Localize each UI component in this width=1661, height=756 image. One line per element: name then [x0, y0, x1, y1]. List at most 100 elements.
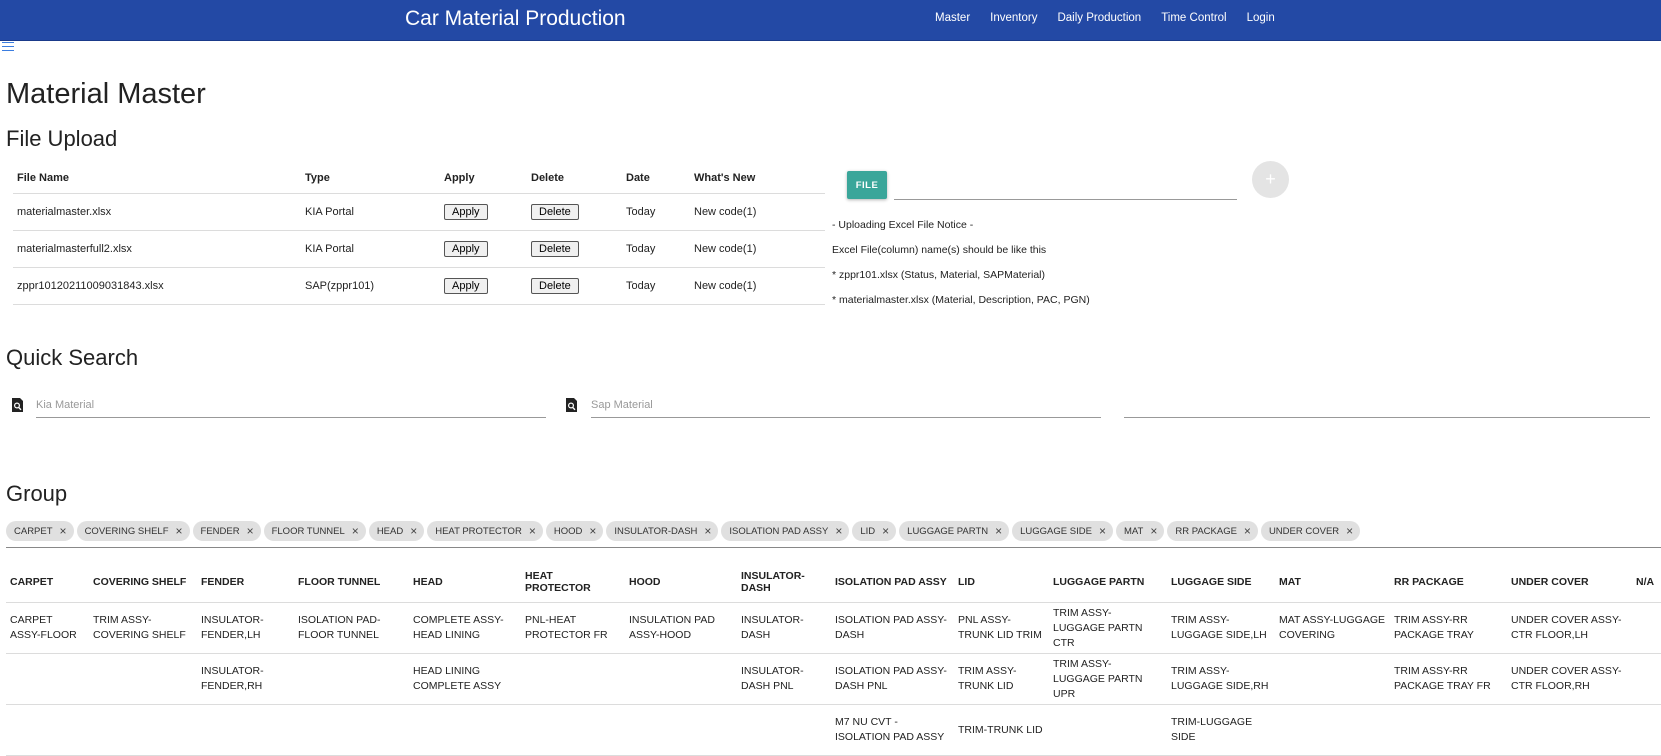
- close-icon[interactable]: ×: [882, 524, 889, 538]
- group-table: CARPET COVERING SHELF FENDER FLOOR TUNNE…: [6, 562, 1661, 756]
- table-cell: [6, 653, 89, 705]
- file-upload-title: File Upload: [6, 126, 118, 151]
- nav-inventory[interactable]: Inventory: [990, 12, 1037, 24]
- close-icon[interactable]: ×: [352, 524, 359, 538]
- chip-label: FENDER: [200, 525, 240, 537]
- col-head: HEAD: [409, 562, 521, 603]
- col-under-cover: UNDER COVER: [1507, 562, 1632, 603]
- close-icon[interactable]: ×: [410, 524, 417, 538]
- table-cell: [294, 653, 409, 705]
- col-fender: FENDER: [197, 562, 294, 603]
- close-icon[interactable]: ×: [995, 524, 1002, 538]
- table-cell: [625, 704, 737, 756]
- chip-rr-package[interactable]: RR PACKAGE ×: [1167, 521, 1258, 541]
- nav-master[interactable]: Master: [935, 12, 970, 24]
- chip-label: LUGGAGE PARTN: [907, 525, 989, 537]
- chip-label: MAT: [1123, 525, 1144, 537]
- chip-head[interactable]: HEAD ×: [368, 521, 425, 541]
- col-luggage-partn: LUGGAGE PARTN: [1049, 562, 1167, 603]
- close-icon[interactable]: ×: [835, 524, 842, 538]
- nav-daily-production[interactable]: Daily Production: [1057, 12, 1141, 24]
- chip-label: LUGGAGE SIDE: [1020, 525, 1092, 537]
- add-file-button[interactable]: +: [1252, 161, 1289, 198]
- table-cell: TRIM ASSY-LUGGAGE PARTN CTR: [1049, 602, 1167, 654]
- chip-heat-protector[interactable]: HEAT PROTECTOR ×: [427, 521, 543, 541]
- chip-luggage-partn[interactable]: LUGGAGE PARTN ×: [899, 521, 1010, 541]
- table-cell: INSULATION PAD ASSY-HOOD: [625, 602, 737, 654]
- col-heat-protector: HEAT PROTECTOR: [521, 562, 625, 603]
- chip-under-cover[interactable]: UNDER COVER ×: [1260, 521, 1361, 541]
- apply-button[interactable]: Apply: [444, 241, 488, 257]
- table-cell: ISOLATION PAD ASSY-DASH: [831, 602, 954, 654]
- file-date: Today: [622, 193, 690, 231]
- nav-login[interactable]: Login: [1247, 12, 1275, 24]
- search-field[interactable]: [1124, 393, 1650, 418]
- chip-floor-tunnel[interactable]: FLOOR TUNNEL ×: [263, 521, 366, 541]
- table-row: CARPET ASSY-FLOOR TRIM ASSY-COVERING SHEL…: [6, 602, 1661, 654]
- file-type: SAP(zppr101): [301, 267, 440, 305]
- table-row: materialmaster.xlsx KIA Portal Apply Del…: [13, 193, 825, 231]
- table-cell: [521, 653, 625, 705]
- chip-hood[interactable]: HOOD ×: [545, 521, 604, 541]
- delete-button[interactable]: Delete: [531, 204, 579, 220]
- apply-button[interactable]: Apply: [444, 278, 488, 294]
- close-icon[interactable]: ×: [529, 524, 536, 538]
- delete-button[interactable]: Delete: [531, 278, 579, 294]
- group-table-body: CARPET ASSY-FLOOR TRIM ASSY-COVERING SHEL…: [6, 602, 1661, 756]
- search-icon[interactable]: [9, 397, 25, 413]
- table-cell: [1632, 653, 1661, 705]
- chip-isolation-pad-assy[interactable]: ISOLATION PAD ASSY ×: [721, 521, 850, 541]
- chip-mat[interactable]: MAT ×: [1115, 521, 1165, 541]
- col-carpet: CARPET: [6, 562, 89, 603]
- search-icon[interactable]: [563, 397, 579, 413]
- apply-button[interactable]: Apply: [444, 204, 488, 220]
- file-path-field[interactable]: [894, 199, 1237, 200]
- close-icon[interactable]: ×: [1346, 524, 1353, 538]
- close-icon[interactable]: ×: [1099, 524, 1106, 538]
- group-chip-list: CARPET × COVERING SHELF × FENDER × FLOOR TU…: [6, 521, 1361, 541]
- col-date: Date: [622, 163, 690, 194]
- table-cell: [1632, 602, 1661, 654]
- file-button[interactable]: FILE: [847, 171, 887, 199]
- table-row: INSULATOR-FENDER,RH HEAD LINING COMPLETE …: [6, 653, 1661, 705]
- chip-insulator-dash[interactable]: INSULATOR-DASH ×: [606, 521, 719, 541]
- table-cell: TRIM ASSY-LUGGAGE PARTN UPR: [1049, 653, 1167, 705]
- chip-label: UNDER COVER: [1268, 525, 1340, 537]
- nav-time-control[interactable]: Time Control: [1161, 12, 1226, 24]
- delete-button[interactable]: Delete: [531, 241, 579, 257]
- table-cell: TRIM-LUGGAGE SIDE: [1167, 704, 1275, 756]
- table-cell: TRIM ASSY-RR PACKAGE TRAY FR: [1390, 653, 1507, 705]
- file-type: KIA Portal: [301, 230, 440, 268]
- col-luggage-side: LUGGAGE SIDE: [1167, 562, 1275, 603]
- table-cell: TRIM ASSY-RR PACKAGE TRAY: [1390, 602, 1507, 654]
- page-title: Material Master: [6, 78, 206, 110]
- col-whats-new: What's New: [690, 163, 825, 194]
- table-cell: INSULATOR-FENDER,LH: [197, 602, 294, 654]
- app-title[interactable]: Car Material Production: [405, 7, 626, 31]
- table-cell: [89, 653, 197, 705]
- close-icon[interactable]: ×: [176, 524, 183, 538]
- chip-label: COVERING SHELF: [84, 525, 169, 537]
- close-icon[interactable]: ×: [1150, 524, 1157, 538]
- table-cell: [409, 704, 521, 756]
- menu-icon[interactable]: [2, 42, 14, 52]
- file-type: KIA Portal: [301, 193, 440, 231]
- kia-material-input[interactable]: [36, 393, 546, 418]
- chip-fender[interactable]: FENDER ×: [192, 521, 261, 541]
- chip-covering-shelf[interactable]: COVERING SHELF ×: [76, 521, 190, 541]
- chip-luggage-side[interactable]: LUGGAGE SIDE ×: [1012, 521, 1113, 541]
- chip-input-underline[interactable]: [6, 547, 1661, 548]
- notice-title: - Uploading Excel File Notice -: [832, 219, 974, 231]
- close-icon[interactable]: ×: [589, 524, 596, 538]
- quick-search-title: Quick Search: [6, 345, 139, 370]
- close-icon[interactable]: ×: [704, 524, 711, 538]
- close-icon[interactable]: ×: [1244, 524, 1251, 538]
- close-icon[interactable]: ×: [60, 524, 67, 538]
- file-date: Today: [622, 230, 690, 268]
- chip-carpet[interactable]: CARPET ×: [6, 521, 74, 541]
- sap-material-input[interactable]: [591, 393, 1101, 418]
- table-cell: M7 NU CVT - ISOLATION PAD ASSY: [831, 704, 954, 756]
- close-icon[interactable]: ×: [247, 524, 254, 538]
- notice-line: Excel File(column) name(s) should be lik…: [832, 244, 1047, 256]
- chip-lid[interactable]: LID ×: [852, 521, 897, 541]
